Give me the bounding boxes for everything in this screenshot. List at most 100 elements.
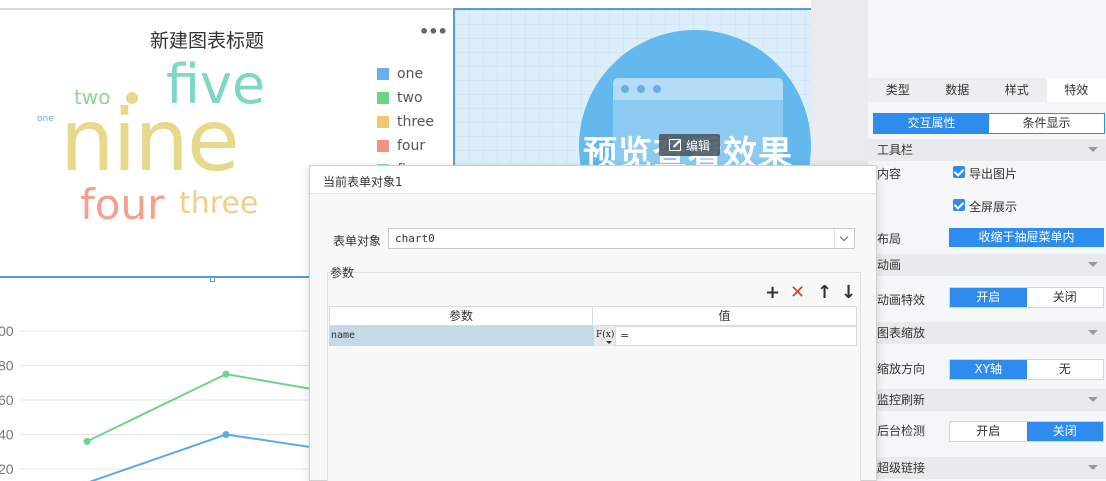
window-dot-icon <box>621 85 629 93</box>
y-tick-label: 40 <box>0 427 14 443</box>
layout-label: 布局 <box>877 232 902 246</box>
section-title: 工具栏 <box>877 143 914 157</box>
series-line-0 <box>86 373 340 443</box>
dialog-titlebar[interactable]: 当前表单对象1 <box>310 166 876 194</box>
effects-subtabs: 交互属性 条件显示 <box>873 113 1105 134</box>
section-title: 监控刷新 <box>877 393 926 407</box>
section-title: 超级链接 <box>877 461 926 475</box>
formula-icon: F(x) <box>596 330 615 340</box>
zoom-none-option[interactable]: 无 <box>1027 360 1104 379</box>
legend-swatch <box>377 92 389 104</box>
section-toolbar[interactable]: 工具栏 <box>868 139 1106 161</box>
animation-on-option[interactable]: 开启 <box>950 288 1027 307</box>
window-dot-icon <box>653 85 661 93</box>
formula-button[interactable]: F(x) <box>594 326 615 346</box>
legend-label: three <box>397 114 435 130</box>
zoom-direction-label: 缩放方向 <box>877 362 926 376</box>
section-title: 图表缩放 <box>877 326 926 340</box>
chart-title: 新建图表标题 <box>150 30 265 52</box>
move-down-icon[interactable]: ↓ <box>841 284 856 302</box>
animation-off-option[interactable]: 关闭 <box>1027 288 1104 307</box>
fullscreen-checkbox[interactable] <box>953 199 965 211</box>
fullscreen-label: 全屏展示 <box>969 200 1018 214</box>
word-four: four <box>80 180 165 229</box>
column-header-param: 参数 <box>330 307 593 325</box>
data-point[interactable] <box>83 437 91 445</box>
y-tick-label: 00 <box>0 323 14 339</box>
tab-type[interactable]: 类型 <box>868 78 928 102</box>
series-line-1 <box>89 433 340 481</box>
legend-label: two <box>397 90 423 106</box>
data-point[interactable] <box>222 370 230 378</box>
param-name-cell[interactable]: name <box>329 326 594 346</box>
edit-button[interactable]: 编辑 <box>659 134 721 156</box>
add-icon[interactable]: + <box>765 284 780 302</box>
data-point[interactable] <box>222 431 230 438</box>
export-image-label: 导出图片 <box>969 167 1018 181</box>
export-image-checkbox[interactable] <box>953 166 965 178</box>
table-header: 参数 值 <box>329 306 857 326</box>
section-refresh[interactable]: 监控刷新 <box>868 389 1106 411</box>
word-two: two <box>74 85 111 109</box>
delete-icon[interactable]: ✕ <box>790 284 805 302</box>
params-panel <box>327 272 861 481</box>
legend-item-one[interactable]: one <box>377 65 423 83</box>
tab-data[interactable]: 数据 <box>928 78 988 102</box>
collapse-icon <box>1088 397 1098 402</box>
chevron-down-icon[interactable] <box>834 229 854 248</box>
collapse-icon <box>1088 262 1098 267</box>
section-animation[interactable]: 动画 <box>868 254 1106 276</box>
background-check-on-option[interactable]: 开启 <box>950 422 1027 441</box>
section-hyperlink[interactable]: 超级链接 <box>868 457 1106 479</box>
background-check-label: 后台检测 <box>877 424 926 438</box>
word-dot <box>126 92 138 104</box>
table-row[interactable]: name F(x) = <box>329 326 857 346</box>
y-tick-label: 60 <box>0 392 14 408</box>
property-tabs: 类型 数据 样式 特效 <box>868 78 1106 102</box>
column-header-value: 值 <box>718 309 731 323</box>
word-three: three <box>179 186 259 221</box>
tab-effects[interactable]: 特效 <box>1046 78 1106 102</box>
form-object-label: 表单对象 <box>333 234 382 248</box>
section-title: 动画 <box>877 258 902 272</box>
background-check-toggle: 开启 关闭 <box>949 421 1104 442</box>
legend-label: four <box>397 138 426 154</box>
collapse-icon <box>1088 465 1098 470</box>
subtab-interaction[interactable]: 交互属性 <box>874 114 989 133</box>
section-zoom[interactable]: 图表缩放 <box>868 322 1106 344</box>
line-chart-plot: 00 80 60 40 20 <box>0 323 340 481</box>
move-up-icon[interactable]: ↑ <box>817 284 832 302</box>
collapse-icon <box>1088 330 1098 335</box>
edit-label: 编辑 <box>686 138 711 153</box>
content-label: 内容 <box>877 167 902 181</box>
legend-item-two[interactable]: two <box>377 89 423 107</box>
param-value-input[interactable]: = <box>615 326 857 346</box>
animation-toggle: 开启 关闭 <box>949 287 1104 308</box>
subtab-conditional-display[interactable]: 条件显示 <box>989 114 1104 133</box>
legend-item-four[interactable]: four <box>377 137 425 155</box>
window-dot-icon <box>637 85 645 93</box>
resize-handle[interactable] <box>210 277 215 282</box>
y-tick-label: 20 <box>0 461 14 477</box>
dropdown-triangle-icon <box>606 341 612 344</box>
params-label: 参数 <box>330 266 355 280</box>
layout-select[interactable]: 收缩于抽屉菜单内 <box>949 228 1104 247</box>
word-five: five <box>166 53 266 116</box>
form-object-select[interactable]: chart0 <box>388 228 855 249</box>
legend-item-three[interactable]: three <box>377 113 434 131</box>
legend-swatch <box>377 68 389 80</box>
more-options-icon[interactable]: ••• <box>419 22 448 41</box>
collapse-icon <box>1088 147 1098 152</box>
zoom-xy-option[interactable]: XY轴 <box>950 360 1027 379</box>
line-chart[interactable]: 00 80 60 40 20 <box>0 283 340 481</box>
legend-label: one <box>397 66 424 82</box>
edit-icon <box>669 139 681 151</box>
tab-style[interactable]: 样式 <box>987 78 1047 102</box>
animation-effect-label: 动画特效 <box>877 293 926 307</box>
background-check-off-option[interactable]: 关闭 <box>1026 422 1103 441</box>
zoom-direction-toggle: XY轴 无 <box>949 359 1104 380</box>
dialog-title: 当前表单对象1 <box>323 175 403 189</box>
legend-swatch <box>377 116 389 128</box>
word-one: one <box>37 114 54 124</box>
y-tick-label: 80 <box>0 358 14 374</box>
